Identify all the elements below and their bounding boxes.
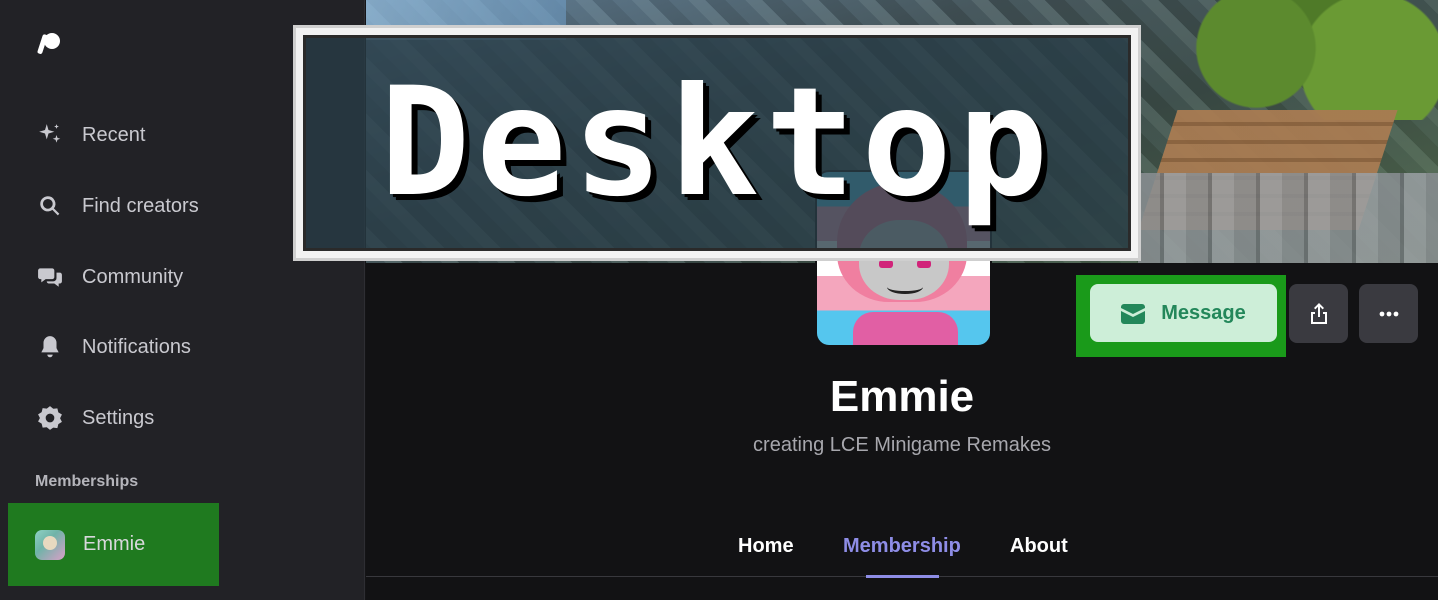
- chat-bubbles-icon: [36, 263, 64, 291]
- sidebar-item-recent[interactable]: Recent: [36, 115, 145, 155]
- memberships-section-label: Memberships: [35, 473, 139, 490]
- patreon-logo-icon[interactable]: [36, 30, 64, 58]
- profile-tabs: Home Membership About: [366, 535, 1438, 578]
- share-icon: [1310, 302, 1327, 324]
- desktop-overlay-label: Desktop: [293, 25, 1141, 261]
- tab-membership[interactable]: Membership: [843, 535, 961, 558]
- avatar-eye: [917, 260, 931, 268]
- sidebar-item-label: Notifications: [82, 335, 191, 358]
- sidebar-item-label: Find creators: [82, 194, 199, 217]
- sidebar-item-label: Recent: [82, 123, 146, 146]
- creator-tagline: creating LCE Minigame Remakes: [753, 434, 1051, 456]
- membership-label: Emmie: [83, 533, 146, 555]
- creator-name: Emmie: [829, 372, 975, 421]
- app-root: Recent Find creators Community Notificat…: [0, 0, 1438, 600]
- avatar-body: [853, 312, 958, 345]
- sidebar-item-community[interactable]: Community: [36, 257, 183, 297]
- message-button-label: Message: [1161, 301, 1246, 324]
- tab-about[interactable]: About: [1010, 535, 1068, 558]
- envelope-icon: [1121, 304, 1146, 324]
- message-button[interactable]: Message: [1090, 284, 1277, 342]
- sidebar-item-settings[interactable]: Settings: [36, 398, 154, 438]
- desktop-overlay-text: Desktop: [379, 56, 1055, 230]
- avatar: [35, 529, 65, 560]
- more-options-button[interactable]: [1359, 284, 1418, 343]
- ellipsis-icon: [1379, 311, 1398, 316]
- search-icon: [36, 192, 64, 220]
- sidebar-item-label: Settings: [82, 406, 155, 429]
- banner-stones: [1138, 173, 1438, 263]
- gear-icon: [36, 404, 64, 432]
- tab-home[interactable]: Home: [738, 535, 794, 558]
- sidebar-item-notifications[interactable]: Notifications: [36, 327, 191, 367]
- sidebar-item-label: Community: [82, 265, 184, 288]
- sparkles-icon: [36, 121, 64, 149]
- banner-leaves: [1178, 0, 1438, 120]
- avatar-mouth: [887, 280, 923, 294]
- sidebar-item-find-creators[interactable]: Find creators: [36, 186, 199, 226]
- active-tab-indicator: [866, 575, 939, 578]
- avatar-eye: [879, 260, 893, 268]
- membership-item-emmie[interactable]: Emmie: [8, 503, 219, 586]
- share-button[interactable]: [1289, 284, 1348, 343]
- bell-icon: [36, 333, 64, 361]
